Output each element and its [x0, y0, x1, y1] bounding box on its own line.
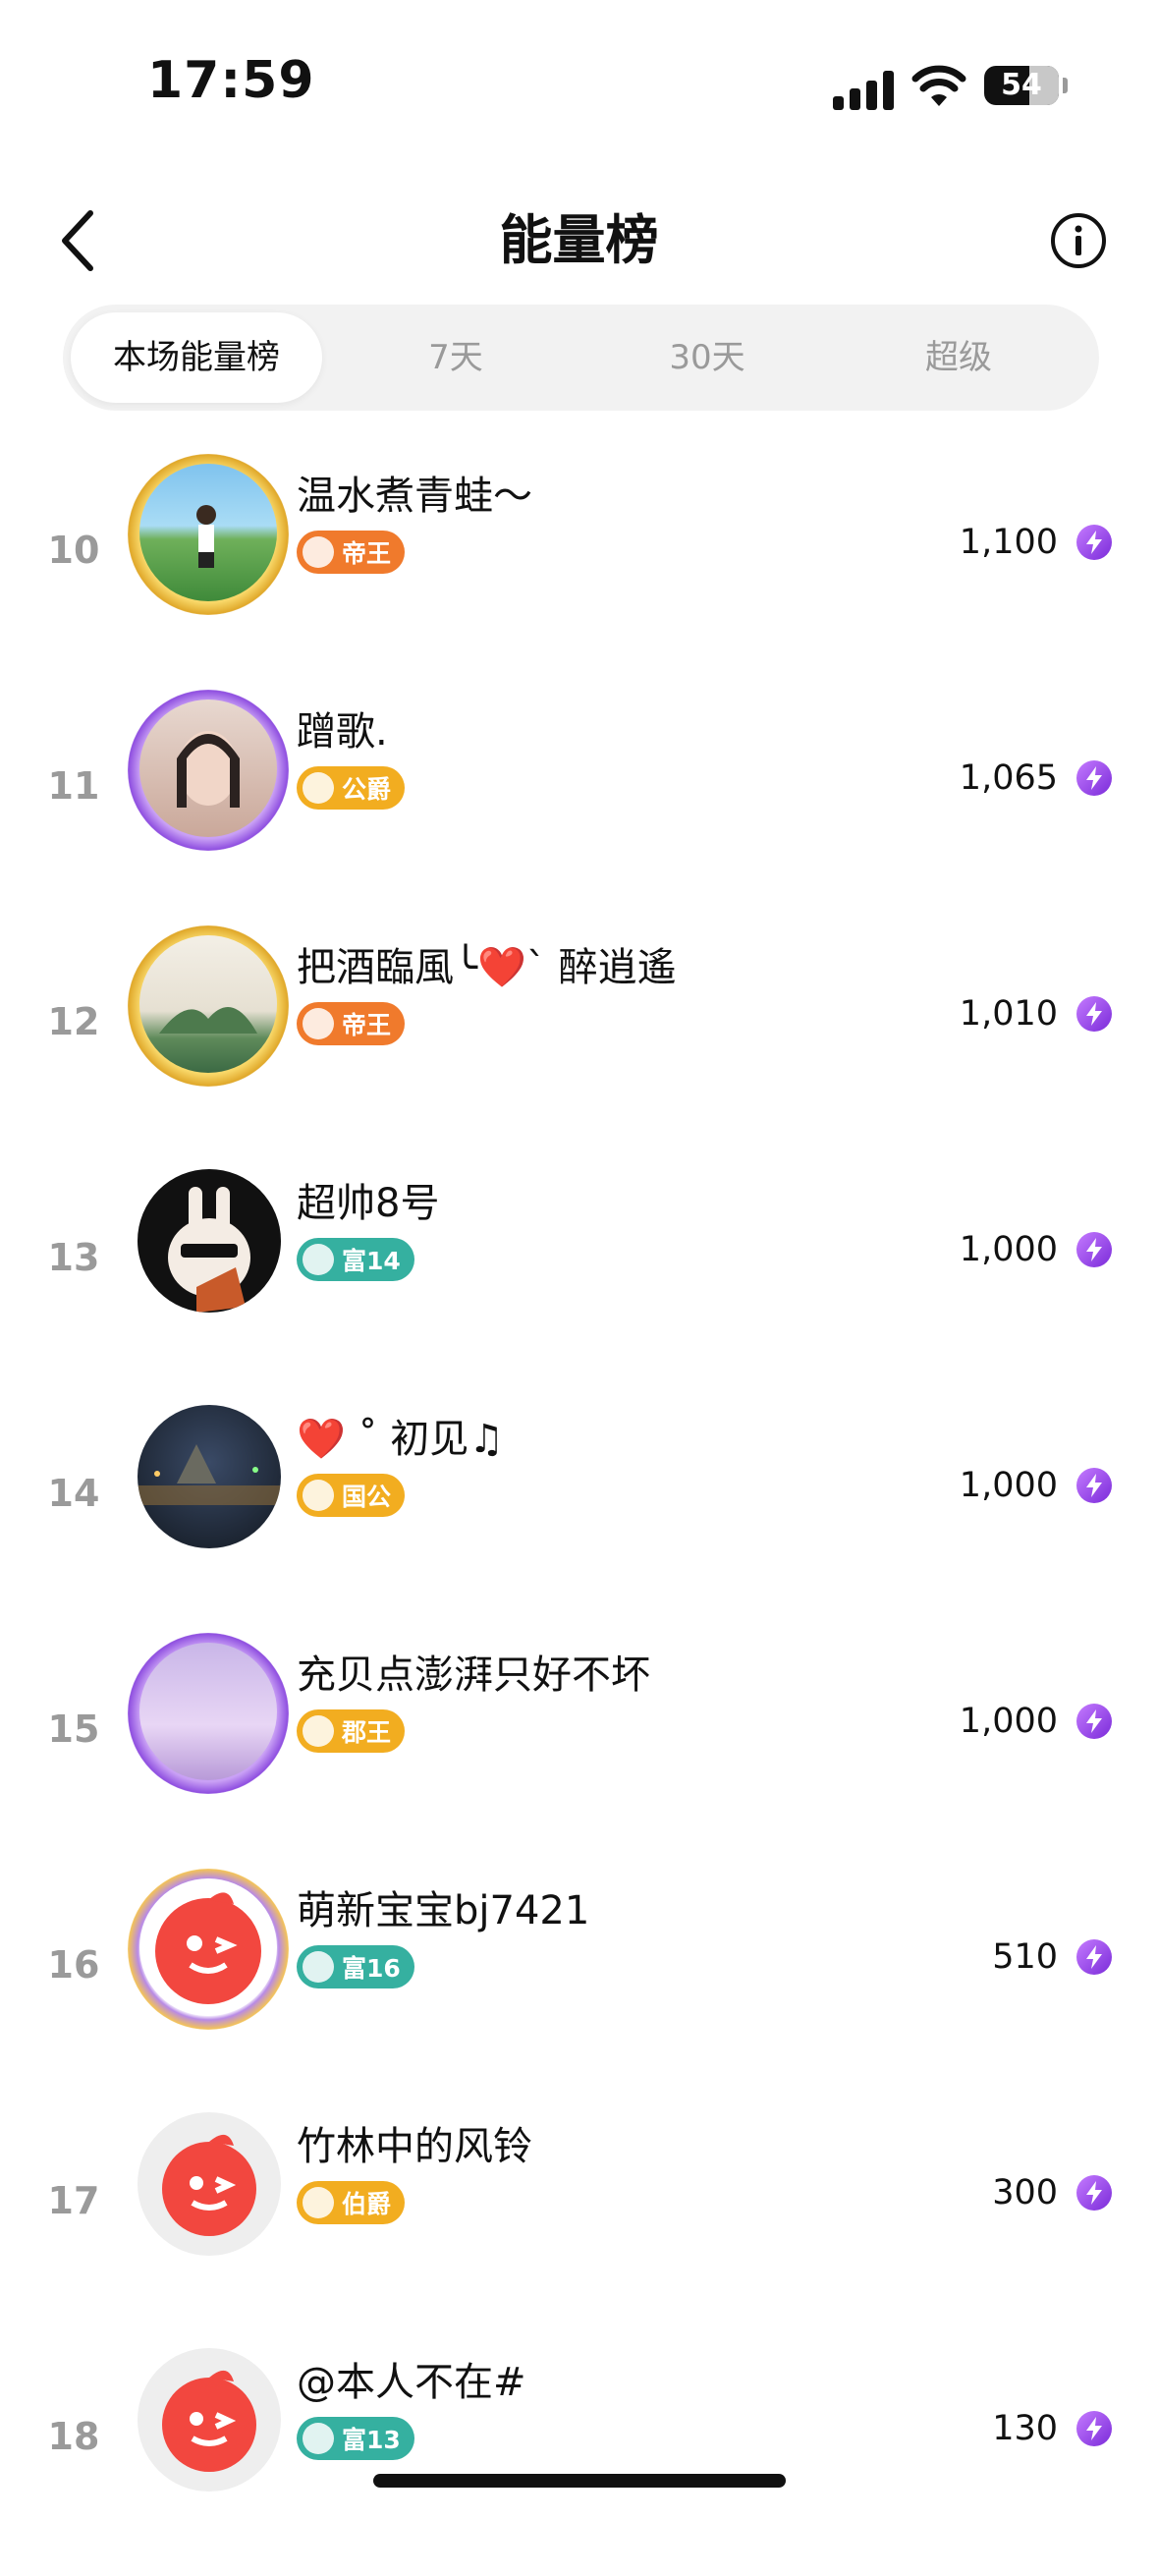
badge-label: 郡王 [342, 1718, 392, 1747]
rank-emblem-icon [303, 536, 334, 568]
avatar[interactable] [138, 1405, 281, 1548]
user-name: 超帅8号 [297, 1181, 440, 1226]
user-name: 把酒臨風╰❤️ˋ 醉逍遙 [297, 945, 677, 990]
status-bar: 17:59 54 [0, 0, 1158, 138]
avatar[interactable] [138, 2112, 281, 2256]
cellular-signal-icon [833, 67, 896, 110]
rank-emblem-icon [303, 772, 334, 804]
wealth-badge: 富13 [297, 2417, 414, 2460]
avatar[interactable] [139, 935, 277, 1073]
user-name: @本人不在# [297, 2360, 526, 2405]
energy-icon [1076, 1704, 1112, 1739]
level-badge: 公爵 [297, 766, 406, 810]
list-item[interactable]: 17 竹林中的风铃 伯爵 300 [0, 2104, 1158, 2340]
rank-emblem-icon [303, 1480, 334, 1511]
level-badge: 帝王 [297, 1002, 406, 1045]
badge-label: 公爵 [342, 775, 392, 804]
list-item[interactable]: 12 把酒臨風╰❤️ˋ 醉逍遙 帝王 1,010 [0, 925, 1158, 1161]
rank-emblem-icon [303, 1008, 334, 1039]
user-name: 竹林中的风铃 [297, 2124, 532, 2169]
info-icon[interactable] [1049, 211, 1108, 270]
wealth-badge: 富16 [297, 1945, 414, 1988]
list-item[interactable]: 18 @本人不在# 富13 130 [0, 2340, 1158, 2576]
wealth-emblem-icon [303, 1951, 334, 1983]
badge-label: 富13 [342, 2426, 401, 2454]
wealth-badge: 富14 [297, 1238, 414, 1281]
avatar[interactable] [138, 1169, 281, 1313]
energy-score: 130 [992, 2409, 1058, 2448]
energy-score: 1,000 [959, 1466, 1058, 1505]
avatar[interactable] [139, 464, 277, 601]
badge-label: 国公 [342, 1483, 392, 1511]
wealth-emblem-icon [303, 2423, 334, 2454]
list-item[interactable]: 15 充贝点澎湃只好不坏 郡王 1,000 [0, 1633, 1158, 1869]
rank-number: 18 [47, 2415, 100, 2458]
energy-icon [1076, 2411, 1112, 2446]
list-item[interactable]: 16 萌新宝宝bj7421 富16 510 [0, 1869, 1158, 2104]
rank-number: 14 [47, 1472, 100, 1515]
ranking-tabs: 本场能量榜 7天 30天 超级 [63, 305, 1099, 411]
home-indicator[interactable] [373, 2474, 786, 2488]
energy-score: 1,100 [959, 523, 1058, 562]
rank-number: 16 [47, 1943, 100, 1987]
level-badge: 帝王 [297, 531, 406, 574]
badge-label: 富14 [342, 1247, 401, 1275]
level-badge: 郡王 [297, 1709, 406, 1753]
energy-score: 510 [992, 1937, 1058, 1977]
rank-number: 11 [47, 764, 100, 808]
battery-icon: 54 [984, 66, 1059, 105]
energy-score: 1,000 [959, 1230, 1058, 1269]
energy-icon [1076, 1939, 1112, 1975]
tab-30-days[interactable]: 30天 [581, 312, 833, 403]
energy-icon [1076, 1232, 1112, 1267]
avatar[interactable] [139, 700, 277, 837]
list-item[interactable]: 14 ❤️ ˚ 初见♫ 国公 1,000 [0, 1397, 1158, 1633]
energy-icon [1076, 760, 1112, 796]
badge-label: 帝王 [342, 539, 392, 568]
badge-label: 富16 [342, 1954, 401, 1983]
energy-score: 1,010 [959, 994, 1058, 1034]
tab-super[interactable]: 超级 [833, 312, 1084, 403]
user-name: 温水煮青蛙～ [297, 474, 532, 519]
level-badge: 伯爵 [297, 2181, 406, 2224]
energy-score: 1,065 [959, 758, 1058, 798]
energy-icon [1076, 1468, 1112, 1503]
energy-score: 1,000 [959, 1702, 1058, 1741]
avatar[interactable] [139, 1643, 277, 1780]
battery-level: 54 [1001, 68, 1042, 102]
user-name: 萌新宝宝bj7421 [297, 1888, 590, 1933]
energy-icon [1076, 2175, 1112, 2211]
user-name: ❤️ ˚ 初见♫ [297, 1417, 505, 1462]
user-name: 蹭歌. [297, 709, 388, 755]
user-name: 充贝点澎湃只好不坏 [297, 1652, 650, 1698]
rank-number: 17 [47, 2179, 100, 2222]
page-title: 能量榜 [499, 209, 659, 271]
tab-7-days[interactable]: 7天 [330, 312, 581, 403]
rank-emblem-icon [303, 1715, 334, 1747]
avatar[interactable] [138, 2348, 281, 2492]
rank-number: 15 [47, 1708, 100, 1751]
list-item[interactable]: 13 超帅8号 富14 1,000 [0, 1161, 1158, 1397]
energy-icon [1076, 525, 1112, 560]
rank-emblem-icon [303, 2187, 334, 2218]
rank-number: 10 [47, 529, 100, 572]
clock: 17:59 [147, 51, 315, 110]
rank-number: 12 [47, 1000, 100, 1043]
rank-number: 13 [47, 1236, 100, 1279]
badge-label: 帝王 [342, 1011, 392, 1039]
badge-label: 伯爵 [342, 2190, 392, 2218]
level-badge: 国公 [297, 1474, 406, 1517]
energy-score: 300 [992, 2173, 1058, 2212]
wifi-icon [911, 65, 966, 106]
wealth-emblem-icon [303, 1244, 334, 1275]
list-item[interactable]: 11 蹭歌. 公爵 1,065 [0, 690, 1158, 925]
avatar[interactable] [139, 1878, 277, 2016]
energy-icon [1076, 996, 1112, 1032]
list-item[interactable]: 10 温水煮青蛙～ 帝王 1,100 [0, 454, 1158, 690]
tab-current-session[interactable]: 本场能量榜 [71, 312, 322, 403]
